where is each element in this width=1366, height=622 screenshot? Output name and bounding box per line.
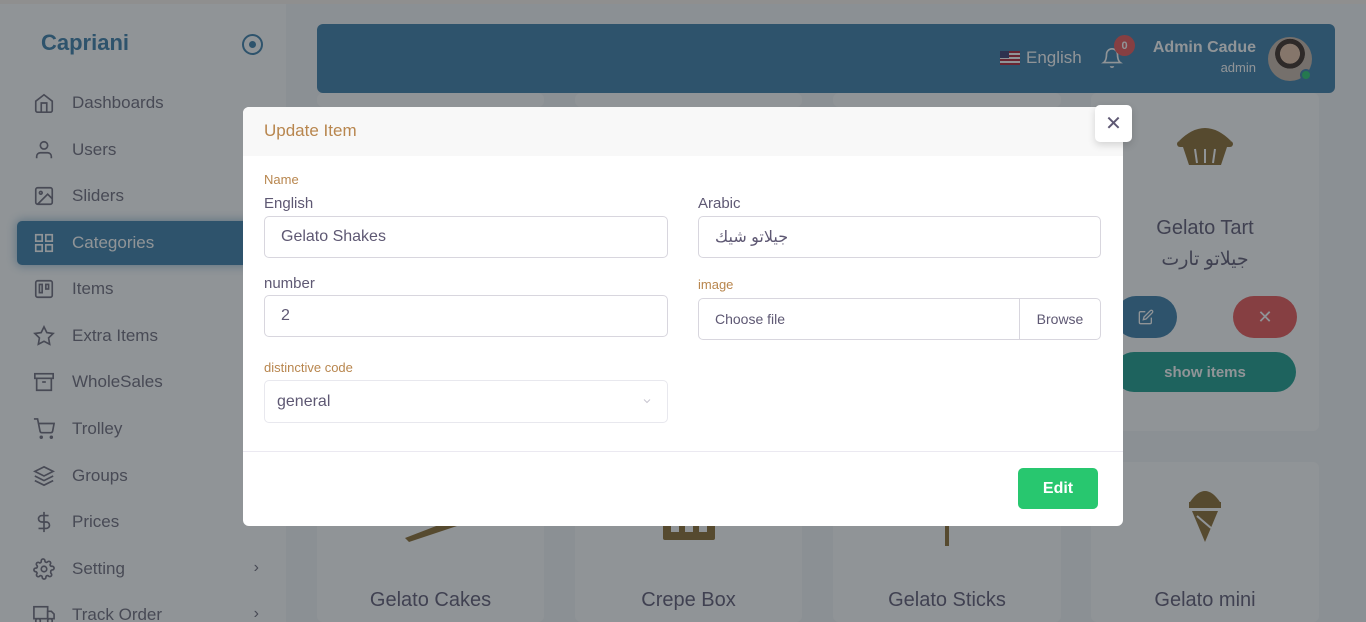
file-input-placeholder: Choose file (715, 311, 786, 327)
browse-button[interactable]: Browse (1019, 299, 1100, 339)
distinctive-code-select[interactable]: general (264, 380, 668, 423)
select-value: general (277, 392, 331, 410)
update-item-modal: Update Item Name English Gelato Shakes A… (243, 107, 1123, 526)
english-name-input[interactable]: Gelato Shakes (264, 216, 668, 258)
english-label: English (264, 195, 314, 212)
arabic-label: Arabic (698, 195, 741, 212)
modal-title: Update Item (264, 121, 357, 140)
distinctive-code-label: distinctive code (264, 360, 353, 375)
edit-submit-button[interactable]: Edit (1018, 468, 1098, 509)
modal-footer-divider (243, 451, 1123, 452)
close-icon: ✕ (1105, 113, 1122, 135)
modal-header: Update Item (243, 107, 1123, 156)
image-label: image (698, 277, 734, 292)
chevron-down-icon (643, 399, 651, 404)
name-section-label: Name (264, 172, 299, 187)
image-file-input[interactable]: Choose file Browse (698, 298, 1101, 340)
number-input[interactable]: 2 (264, 295, 668, 337)
modal-close-button[interactable]: ✕ (1095, 105, 1132, 142)
number-label: number (264, 275, 315, 292)
arabic-name-input[interactable]: جيلاتو شيك (698, 216, 1101, 258)
